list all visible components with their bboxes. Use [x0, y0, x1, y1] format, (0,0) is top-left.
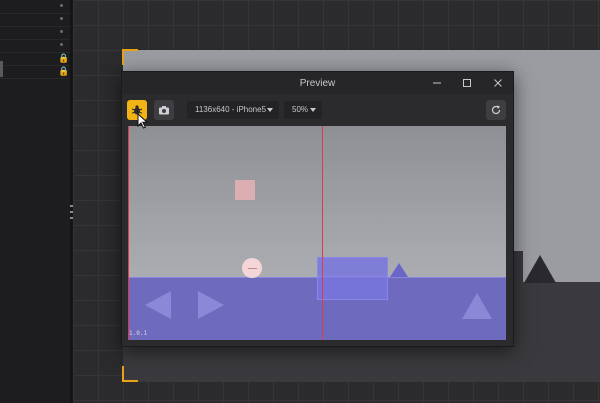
camera-icon	[159, 106, 169, 115]
lock-icon[interactable]: 🔒	[58, 66, 69, 76]
game-viewport[interactable]: 1.0.1	[128, 126, 506, 340]
minimize-icon[interactable]	[430, 76, 444, 90]
hierarchy-row[interactable]	[0, 0, 70, 14]
hierarchy-panel: 🔒 🔒	[0, 0, 73, 403]
hierarchy-row[interactable]	[0, 39, 70, 53]
selection-edge	[0, 61, 3, 77]
lock-icon[interactable]: 🔒	[58, 53, 69, 63]
visibility-dot-icon[interactable]	[60, 30, 63, 33]
hierarchy-row[interactable]	[0, 26, 70, 40]
guide-line-center	[322, 126, 323, 340]
resolution-value: 1136x640 - iPhone5	[195, 105, 267, 114]
canvas-corner-bracket	[122, 366, 138, 382]
hierarchy-row[interactable]: 🔒	[0, 52, 70, 66]
chevron-down-icon	[267, 108, 273, 112]
screenshot-button[interactable]	[154, 100, 174, 120]
stats-label: 1.0.1	[129, 330, 148, 337]
refresh-icon	[491, 105, 501, 115]
preview-window: Preview 1136x640 - iPhone5 50% 1.0.1	[121, 71, 514, 347]
chevron-down-icon	[310, 108, 316, 112]
crate-sprite	[235, 180, 255, 200]
preview-title: Preview	[299, 78, 336, 89]
visibility-dot-icon[interactable]	[60, 4, 63, 7]
player-ball	[242, 258, 262, 278]
close-icon[interactable]	[491, 76, 505, 90]
scene-spike	[524, 255, 556, 283]
move-left-control[interactable]	[145, 291, 171, 319]
spike-sprite	[390, 263, 408, 277]
hierarchy-row[interactable]	[0, 13, 70, 27]
maximize-icon[interactable]	[460, 76, 474, 90]
platform-sprite	[317, 257, 388, 300]
preview-toolbar: 1136x640 - iPhone5 50%	[122, 94, 513, 126]
move-right-control[interactable]	[198, 291, 224, 319]
hierarchy-row[interactable]: 🔒	[0, 65, 70, 79]
zoom-value: 50%	[292, 105, 309, 114]
mouse-pointer-icon	[137, 112, 149, 134]
refresh-button[interactable]	[486, 100, 506, 120]
jump-control[interactable]	[462, 293, 492, 319]
visibility-dot-icon[interactable]	[60, 43, 63, 46]
guide-line-left	[128, 126, 129, 340]
preview-titlebar[interactable]: Preview	[122, 72, 513, 94]
zoom-select[interactable]: 50%	[284, 101, 322, 119]
canvas-corner-bracket	[122, 49, 138, 65]
scene-pillar	[513, 251, 523, 282]
resolution-select[interactable]: 1136x640 - iPhone5	[187, 101, 279, 119]
visibility-dot-icon[interactable]	[60, 17, 63, 20]
